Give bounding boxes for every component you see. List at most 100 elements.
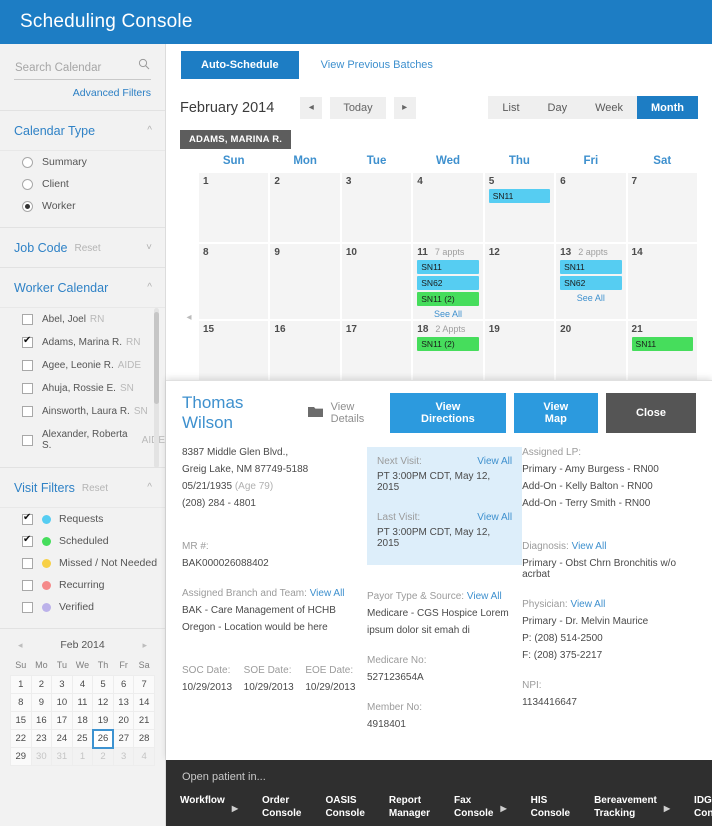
calendar-day-cell[interactable]: 5 SN11 <box>483 172 556 243</box>
filter-missed-checkbox[interactable] <box>22 557 33 569</box>
calendar-day-cell[interactable]: 6 <box>555 172 627 243</box>
calendar-day-cell[interactable]: 7 <box>626 172 698 243</box>
calendar-event[interactable]: SN11 <box>560 260 622 274</box>
bottom-item-report-manager[interactable]: Report Manager <box>375 792 440 820</box>
see-all-link[interactable]: See All <box>560 293 621 303</box>
mini-day[interactable]: 19 <box>92 711 114 730</box>
chevron-up-icon[interactable]: ^ <box>147 126 152 136</box>
calendar-day-cell[interactable]: 9 <box>269 243 341 320</box>
section-visit-filters-header[interactable]: Visit Filters Reset ^ <box>0 468 165 507</box>
worker-checkbox[interactable] <box>22 335 33 348</box>
mini-day[interactable]: 5 <box>92 675 114 694</box>
caret-right-icon[interactable]: ▶ <box>232 802 238 815</box>
mini-day[interactable]: 16 <box>30 711 53 730</box>
filter-requests-checkbox[interactable] <box>22 512 33 525</box>
worker-row[interactable]: Adams, Marina R. RN <box>0 331 165 354</box>
bottom-item-his-console[interactable]: HIS Console <box>517 792 580 820</box>
mini-day[interactable]: 10 <box>51 693 73 712</box>
calendar-next-button[interactable]: ▸ <box>393 96 416 119</box>
job-code-reset[interactable]: Reset <box>75 243 101 254</box>
view-week-button[interactable]: Week <box>581 96 638 119</box>
mini-calendar-prev-icon[interactable]: ◂ <box>18 640 23 651</box>
mini-day[interactable]: 3 <box>51 675 73 694</box>
advanced-filters-link[interactable]: Advanced Filters <box>0 80 165 110</box>
view-month-button[interactable]: Month <box>637 96 698 119</box>
radio-worker-control[interactable] <box>22 200 33 212</box>
mini-day[interactable]: 1 <box>10 675 32 694</box>
calendar-day-cell[interactable]: 12 <box>483 243 556 320</box>
next-visit-view-all-link[interactable]: View All <box>477 456 512 467</box>
section-job-code-header[interactable]: Job Code Reset ˅ <box>0 228 165 267</box>
calendar-event[interactable]: SN11 <box>417 260 479 274</box>
mini-day[interactable]: 28 <box>133 729 155 748</box>
filter-scheduled-checkbox[interactable] <box>22 534 33 547</box>
chevron-down-icon[interactable]: ˅ <box>146 243 152 253</box>
folder-icon[interactable] <box>307 405 323 421</box>
mini-day[interactable]: 24 <box>51 729 73 748</box>
close-button[interactable]: Close <box>606 393 696 433</box>
mini-day[interactable]: 9 <box>30 693 53 712</box>
bottom-item-bereavement-tracking[interactable]: Bereavement Tracking ▶ <box>580 792 680 820</box>
calendar-day-cell[interactable]: 10 <box>340 243 413 320</box>
mini-day[interactable]: 23 <box>30 729 53 748</box>
calendar-event[interactable]: SN11 <box>488 189 551 203</box>
mini-day[interactable]: 2 <box>30 675 53 694</box>
auto-schedule-button[interactable]: Auto-Schedule <box>181 51 299 79</box>
calendar-today-button[interactable]: Today <box>330 96 386 119</box>
calendar-day-cell[interactable]: 2 <box>269 172 341 243</box>
see-all-link[interactable]: See All <box>417 309 478 319</box>
worker-checkbox[interactable] <box>22 434 33 446</box>
bottom-item-fax-console[interactable]: Fax Console ▶ <box>440 792 517 820</box>
physician-view-all-link[interactable]: View All <box>570 599 605 610</box>
radio-client-control[interactable] <box>22 178 33 190</box>
last-visit-view-all-link[interactable]: View All <box>477 512 512 523</box>
mini-day[interactable]: 12 <box>92 693 114 712</box>
caret-right-icon[interactable]: ▶ <box>500 802 506 815</box>
calendar-event[interactable]: SN11 (2) <box>417 337 479 351</box>
worker-checkbox[interactable] <box>22 360 33 371</box>
bottom-item-order-console[interactable]: Order Console <box>248 792 311 820</box>
radio-summary-control[interactable] <box>22 156 33 168</box>
worker-row[interactable]: Ainsworth, Laura R. SN <box>0 400 165 423</box>
calendar-event[interactable]: SN11 (2) <box>417 292 479 306</box>
radio-client[interactable]: Client <box>0 173 165 195</box>
bottom-item-oasis-console[interactable]: OASIS Console <box>311 792 374 820</box>
mini-day[interactable]: 17 <box>51 711 73 730</box>
radio-worker[interactable]: Worker <box>0 195 165 217</box>
mini-day-selected[interactable]: 26 <box>91 728 115 749</box>
calendar-event[interactable]: SN62 <box>560 276 622 290</box>
mini-day[interactable]: 2 <box>92 747 114 766</box>
worker-checkbox[interactable] <box>22 383 33 394</box>
search-input[interactable] <box>14 60 151 80</box>
view-details-link[interactable]: View Details <box>331 401 391 425</box>
mini-day[interactable]: 7 <box>133 675 155 694</box>
mini-day[interactable]: 13 <box>112 693 135 712</box>
diagnosis-view-all-link[interactable]: View All <box>572 541 607 552</box>
calendar-day-cell[interactable]: 3 <box>340 172 413 243</box>
selected-worker-chip[interactable]: ADAMS, MARINA R. <box>180 130 292 149</box>
bottom-item-workflow[interactable]: Workflow ▶ <box>166 792 248 820</box>
filter-verified[interactable]: Verified <box>0 596 165 618</box>
view-previous-batches-link[interactable]: View Previous Batches <box>321 59 433 71</box>
mini-day[interactable]: 21 <box>133 711 155 730</box>
search-icon[interactable] <box>138 57 150 75</box>
worker-row[interactable]: Ahuja, Rossie E. SN <box>0 377 165 400</box>
mini-day[interactable]: 3 <box>112 747 135 766</box>
calendar-event[interactable]: SN11 <box>631 337 693 351</box>
view-day-button[interactable]: Day <box>533 96 582 119</box>
mini-day[interactable]: 11 <box>71 693 94 712</box>
calendar-day-cell[interactable]: 13 2 appts SN11 SN62 See All <box>555 243 627 320</box>
calendar-day-cell[interactable]: 4 <box>412 172 484 243</box>
calendar-day-cell[interactable]: 8 <box>198 243 270 320</box>
bottom-item-idg-console[interactable]: IDG Console ▶ <box>680 792 712 820</box>
mini-day[interactable]: 20 <box>112 711 135 730</box>
section-worker-calendar-header[interactable]: Worker Calendar ^ <box>0 268 165 307</box>
mini-calendar-next-icon[interactable]: ▸ <box>142 640 147 651</box>
worker-row[interactable]: Alexander, Roberta S. AIDE <box>0 423 165 457</box>
mini-day[interactable]: 4 <box>133 747 155 766</box>
calendar-prev-button[interactable]: ◂ <box>300 96 323 119</box>
mini-day[interactable]: 22 <box>10 729 32 748</box>
mini-day[interactable]: 15 <box>10 711 32 730</box>
mini-day[interactable]: 18 <box>71 711 94 730</box>
mini-day[interactable]: 29 <box>10 747 32 766</box>
